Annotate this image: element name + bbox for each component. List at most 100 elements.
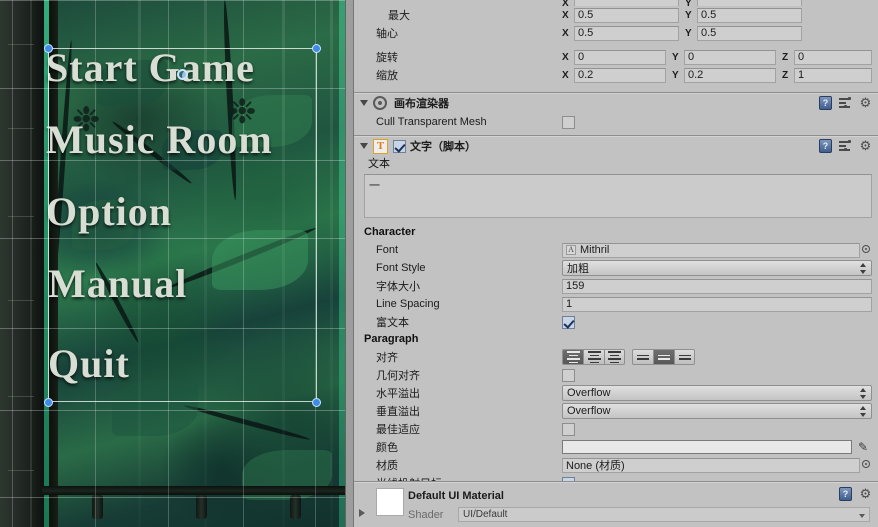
canvas-renderer-icon	[373, 96, 387, 110]
align-left-button[interactable]	[562, 349, 583, 365]
rotation-z-field[interactable]: 0	[794, 49, 872, 65]
vertical-overflow-label: 垂直溢出	[376, 406, 420, 418]
scene-guide-horizontal	[0, 328, 345, 329]
scene-guide-vertical	[12, 0, 13, 527]
menu-item-manual[interactable]: Manual	[48, 264, 187, 304]
align-top-button[interactable]	[632, 349, 653, 365]
axis-label-x: X	[562, 69, 569, 81]
component-header-icons: ? ⚙	[819, 139, 872, 153]
panel-splitter[interactable]	[345, 0, 354, 527]
menu-item-music-room[interactable]: Music Room	[46, 120, 273, 160]
rect-row-scale: 缩放 X 0.2 Y 0.2 Z 1	[354, 66, 878, 84]
axis-label-y: Y	[672, 69, 679, 81]
font-size-label: 字体大小	[376, 281, 420, 293]
color-swatch-field[interactable]	[562, 440, 852, 454]
gear-icon[interactable]: ⚙	[859, 96, 872, 110]
material-object-picker-icon[interactable]	[860, 459, 872, 471]
scene-railing-post	[92, 495, 103, 519]
preset-icon[interactable]	[839, 96, 852, 110]
component-header-text-script[interactable]: T 文字（脚本） ? ⚙	[354, 135, 878, 156]
character-group-title: Character	[364, 226, 416, 238]
help-icon[interactable]: ?	[819, 139, 832, 153]
component-header-canvas-renderer[interactable]: 画布渲染器 ? ⚙	[354, 92, 878, 113]
rect-row-label: 最大	[388, 10, 410, 22]
rotation-y-field[interactable]: 0	[684, 49, 776, 65]
line-spacing-label: Line Spacing	[376, 298, 440, 310]
rect-row-max: 最大 X 0.5 Y 0.5	[354, 6, 878, 24]
scene-railing	[42, 486, 345, 495]
align-middle-button[interactable]	[653, 349, 674, 365]
row-geometry-alignment: 几何对齐	[354, 366, 878, 384]
geometry-alignment-checkbox[interactable]	[562, 368, 575, 382]
text-field-label: 文本	[368, 158, 390, 170]
menu-item-quit[interactable]: Quit	[48, 344, 130, 384]
text-content-textarea[interactable]: 一	[364, 174, 872, 218]
row-horizontal-overflow: 水平溢出 Overflow	[354, 384, 878, 402]
row-line-spacing: Line Spacing 1	[354, 295, 878, 313]
cull-transparent-mesh-checkbox[interactable]	[562, 115, 575, 129]
help-icon[interactable]: ?	[819, 96, 832, 110]
scene-guide-horizontal	[0, 0, 345, 1]
font-object-field[interactable]: A Mithril	[562, 242, 860, 258]
menu-item-option[interactable]: Option	[46, 192, 172, 232]
max-x-field[interactable]: 0.5	[574, 7, 679, 23]
align-center-button[interactable]	[583, 349, 604, 365]
row-best-fit: 最佳适应	[354, 420, 878, 438]
row-rich-text: 富文本	[354, 313, 878, 331]
foldout-arrow-icon[interactable]	[360, 143, 368, 149]
best-fit-label: 最佳适应	[376, 424, 420, 436]
row-cull-transparent-mesh: Cull Transparent Mesh	[354, 113, 878, 131]
font-size-field[interactable]: 159	[562, 278, 872, 294]
best-fit-checkbox[interactable]	[562, 422, 575, 436]
pivot-y-field[interactable]: 0.5	[697, 25, 802, 41]
alignment-label: 对齐	[376, 352, 398, 364]
text-component-enabled-checkbox[interactable]	[393, 139, 406, 153]
axis-label-y: Y	[685, 9, 692, 21]
scale-y-field[interactable]: 0.2	[684, 67, 776, 83]
eyedropper-icon[interactable]: ✎	[856, 440, 870, 454]
scene-view[interactable]: ❉ ❉ Start Game Music Room Option Manual …	[0, 0, 345, 527]
foldout-arrow-icon[interactable]	[360, 100, 368, 106]
pivot-x-field[interactable]: 0.5	[574, 25, 679, 41]
axis-label-x: X	[562, 27, 569, 39]
selection-handle-top-left[interactable]	[44, 44, 53, 53]
menu-item-start-game[interactable]: Start Game	[46, 48, 255, 88]
font-object-picker-icon[interactable]	[860, 244, 872, 256]
component-header-icons: ? ⚙	[819, 96, 872, 110]
selection-handle-bottom-left[interactable]	[44, 398, 53, 407]
align-horizontal-group	[562, 349, 625, 365]
help-icon[interactable]: ?	[839, 487, 852, 501]
rotation-x-field[interactable]: 0	[574, 49, 666, 65]
material-foldout-icon[interactable]	[359, 509, 365, 517]
material-value: None (材质)	[566, 460, 625, 472]
align-bottom-button[interactable]	[674, 349, 695, 365]
line-spacing-field[interactable]: 1	[562, 296, 872, 312]
horizontal-overflow-dropdown[interactable]: Overflow	[562, 385, 872, 401]
align-right-button[interactable]	[604, 349, 625, 365]
selection-pivot-handle[interactable]	[177, 69, 188, 80]
font-style-dropdown[interactable]: 加粗	[562, 260, 872, 276]
text-component-title: 文字（脚本）	[410, 141, 476, 153]
material-object-field[interactable]: None (材质)	[562, 457, 860, 473]
rich-text-checkbox[interactable]	[562, 315, 575, 329]
scale-z-field[interactable]: 1	[794, 67, 872, 83]
axis-label-y: Y	[672, 51, 679, 63]
max-y-field[interactable]: 0.5	[697, 7, 802, 23]
font-value: Mithril	[580, 244, 610, 256]
scene-guide-horizontal	[0, 410, 345, 411]
row-color: 颜色 ✎	[354, 438, 878, 456]
selection-handle-bottom-right[interactable]	[312, 398, 321, 407]
selection-handle-top-right[interactable]	[312, 44, 321, 53]
scene-guide-horizontal	[0, 497, 345, 498]
gear-icon[interactable]: ⚙	[859, 487, 872, 501]
vertical-overflow-dropdown[interactable]: Overflow	[562, 403, 872, 419]
geometry-alignment-label: 几何对齐	[376, 370, 420, 382]
horizontal-overflow-label: 水平溢出	[376, 388, 420, 400]
shader-dropdown[interactable]: UI/Default	[458, 507, 870, 522]
row-font-style: Font Style 加粗	[354, 259, 878, 277]
gear-icon[interactable]: ⚙	[859, 139, 872, 153]
preset-icon[interactable]	[839, 139, 852, 153]
paragraph-group-title: Paragraph	[364, 333, 419, 345]
scale-x-field[interactable]: 0.2	[574, 67, 666, 83]
